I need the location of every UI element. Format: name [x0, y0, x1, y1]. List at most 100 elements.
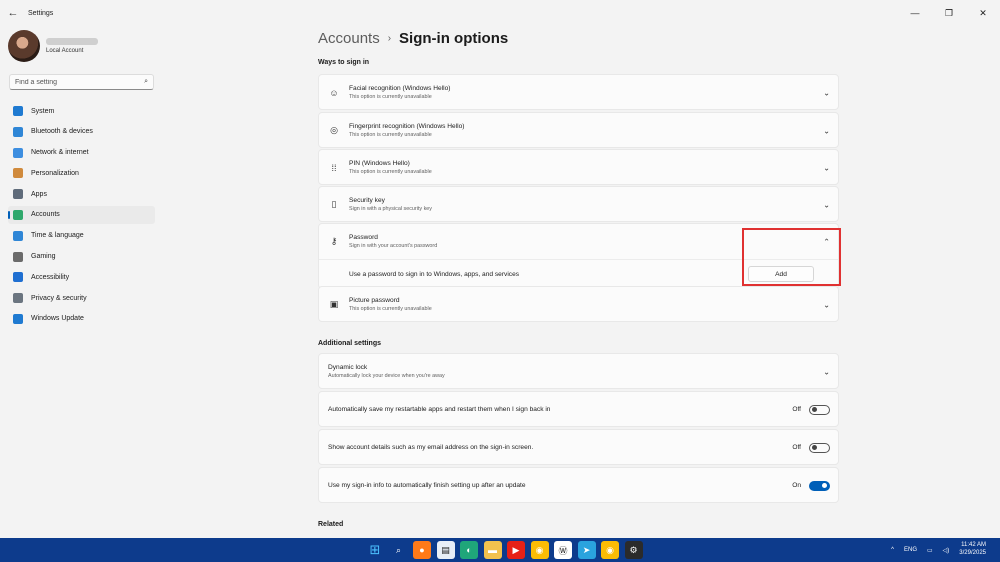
windows-start-icon[interactable]: ⊞	[366, 541, 384, 559]
file-icon[interactable]: ▤	[436, 541, 455, 559]
page-title: Sign-in options	[399, 30, 509, 47]
avatar	[8, 30, 40, 62]
sidebar-item-gaming[interactable]: Gaming	[8, 248, 155, 266]
signin-option-subtitle: Sign in with a physical security key	[349, 206, 432, 212]
chevron-down-icon[interactable]: ⌄	[823, 163, 830, 172]
sidebar-item-apps[interactable]: Apps	[8, 185, 155, 203]
language-indicator[interactable]: ENG	[904, 547, 917, 553]
search-icon[interactable]: ⌕	[144, 78, 148, 86]
network-icon[interactable]: ▭	[927, 547, 933, 554]
minimize-icon[interactable]: —	[898, 0, 932, 26]
sidebar-item-label: Privacy & security	[31, 294, 87, 302]
sidebar-item-system[interactable]: System	[8, 102, 155, 120]
sidebar-item-accessibility[interactable]: Accessibility	[8, 268, 155, 286]
volume-icon[interactable]: ◁)	[943, 547, 950, 554]
toggle-setting-card: Show account details such as my email ad…	[318, 429, 839, 465]
search-box[interactable]: ⌕	[9, 74, 154, 90]
title-bar: ← Settings — ❐ ✕	[0, 0, 1000, 26]
signin-option-card[interactable]: ▯ Security key Sign in with a physical sec…	[318, 186, 839, 222]
signin-option-subtitle: This option is currently unavailable	[349, 169, 432, 175]
signin-option-subtitle: This option is currently unavailable	[349, 132, 432, 138]
sidebar-item-label: Network & internet	[31, 149, 89, 157]
sidebar-item-label: Bluetooth & devices	[31, 128, 93, 136]
chevron-right-icon: ›	[387, 33, 392, 44]
sidebar-item-label: Gaming	[31, 253, 56, 261]
signin-option-title: Facial recognition (Windows Hello)	[349, 85, 451, 92]
signin-option-title: PIN (Windows Hello)	[349, 160, 410, 167]
sidebar-item-accounts[interactable]: Accounts	[8, 205, 155, 224]
chrome-icon[interactable]: ◉	[530, 541, 549, 559]
edge-icon[interactable]: ◐	[460, 541, 478, 559]
signin-option-subtitle: This option is currently unavailable	[349, 306, 432, 312]
dynamic-lock-card[interactable]: Dynamic lock Automatically lock your dev…	[318, 353, 839, 389]
signin-option-title: Password	[349, 234, 378, 241]
tray-chevron-icon[interactable]: ^	[891, 547, 894, 553]
nav-icon	[13, 147, 23, 158]
toggle-switch[interactable]	[809, 404, 830, 415]
add-password-button[interactable]: Add	[748, 266, 814, 282]
nav-icon	[13, 272, 23, 283]
sidebar-item-label: Windows Update	[31, 315, 84, 323]
nav-icon	[13, 106, 23, 116]
chevron-down-icon[interactable]: ⌄	[823, 200, 830, 209]
firefox-icon[interactable]: ●	[413, 541, 431, 559]
signin-option-icon: ◎	[330, 125, 338, 135]
toggle-state-label: On	[792, 482, 801, 489]
chevron-down-icon[interactable]: ⌄	[823, 126, 830, 135]
breadcrumb: Accounts › Sign-in options	[318, 30, 508, 47]
toggle-setting-label: Show account details such as my email ad…	[328, 444, 534, 451]
clock[interactable]: 11:42 AM 3/29/2025	[959, 542, 986, 558]
sidebar-item-bluetooth-devices[interactable]: Bluetooth & devices	[8, 123, 155, 141]
signin-option-card[interactable]: ▣ Picture password This option is currentl…	[318, 286, 839, 322]
chrome-icon[interactable]: ◉	[601, 541, 619, 559]
search-input[interactable]	[15, 78, 145, 86]
nav-icon	[13, 230, 23, 241]
search-icon[interactable]: ⌕	[390, 541, 408, 559]
youtube-icon[interactable]: ▶	[507, 541, 525, 559]
nav-icon	[13, 209, 23, 220]
section-ways-title: Ways to sign in	[318, 59, 370, 66]
window-title: Settings	[28, 9, 54, 17]
toggle-setting-label: Automatically save my restartable apps a…	[328, 406, 551, 413]
section-additional-title: Additional settings	[318, 340, 381, 347]
section-related-title: Related	[318, 521, 344, 528]
signin-option-icon: ☺	[329, 87, 339, 98]
signin-option-subtitle: This option is currently unavailable	[349, 94, 432, 100]
signin-option-card[interactable]: ⚷ Password Sign in with your account's pas…	[318, 223, 839, 289]
toggle-setting-label: Use my sign-in info to automatically fin…	[328, 482, 526, 489]
sidebar-item-label: Accessibility	[31, 273, 70, 281]
sidebar-item-label: Time & language	[31, 232, 84, 240]
telegram-icon[interactable]: ➤	[577, 541, 596, 559]
sidebar-item-time-language[interactable]: Time & language	[8, 227, 155, 245]
nav-icon	[13, 168, 23, 179]
nav-icon	[13, 251, 23, 262]
back-arrow-icon[interactable]: ←	[0, 0, 26, 26]
chevron-down-icon[interactable]: ⌄	[823, 88, 830, 97]
toggle-switch[interactable]	[809, 480, 830, 491]
toggle-switch[interactable]	[809, 442, 830, 453]
sidebar-item-windows-update[interactable]: Windows Update	[8, 310, 155, 328]
settings-icon[interactable]: ⚙	[624, 541, 643, 559]
sidebar-item-privacy-security[interactable]: Privacy & security	[8, 289, 155, 307]
wordpress-icon[interactable]: Ⓦ	[554, 541, 572, 559]
sidebar-item-personalization[interactable]: Personalization	[8, 164, 155, 182]
taskbar: ⊞ ⌕ ● ▤ ◐ ▬ ▶ ◉ Ⓦ ➤ ◉ ⚙ ^ ENG ▭ ◁) 11:42 AM 3/29/20…	[0, 538, 1000, 562]
user-profile[interactable]: Local Account	[8, 30, 98, 62]
signin-option-icon: ▣	[329, 299, 339, 309]
signin-option-card[interactable]: ⁞⁞ PIN (Windows Hello) This option is curr…	[318, 149, 839, 185]
sidebar-nav: System Bluetooth & devices Network & inter…	[8, 102, 155, 331]
breadcrumb-parent[interactable]: Accounts	[318, 30, 380, 47]
close-icon[interactable]: ✕	[966, 0, 1000, 26]
system-tray: ^ ENG ▭ ◁) 11:42 AM 3/29/2025	[891, 538, 1000, 562]
file-explorer-icon[interactable]: ▬	[483, 541, 502, 559]
chevron-up-icon[interactable]: ⌃	[823, 237, 830, 246]
chevron-down-icon[interactable]: ⌄	[823, 300, 830, 309]
signin-option-card[interactable]: ☺ Facial recognition (Windows Hello) This …	[318, 74, 839, 110]
nav-icon	[13, 313, 23, 324]
sidebar-item-network-internet[interactable]: Network & internet	[8, 144, 155, 162]
chevron-down-icon[interactable]: ⌄	[823, 367, 830, 376]
dynamic-lock-subtitle: Automatically lock your device when you'…	[328, 373, 445, 379]
signin-option-card[interactable]: ◎ Fingerprint recognition (Windows Hello)…	[318, 112, 839, 148]
maximize-icon[interactable]: ❐	[932, 0, 966, 26]
signin-option-icon: ⁞⁞	[331, 162, 337, 173]
